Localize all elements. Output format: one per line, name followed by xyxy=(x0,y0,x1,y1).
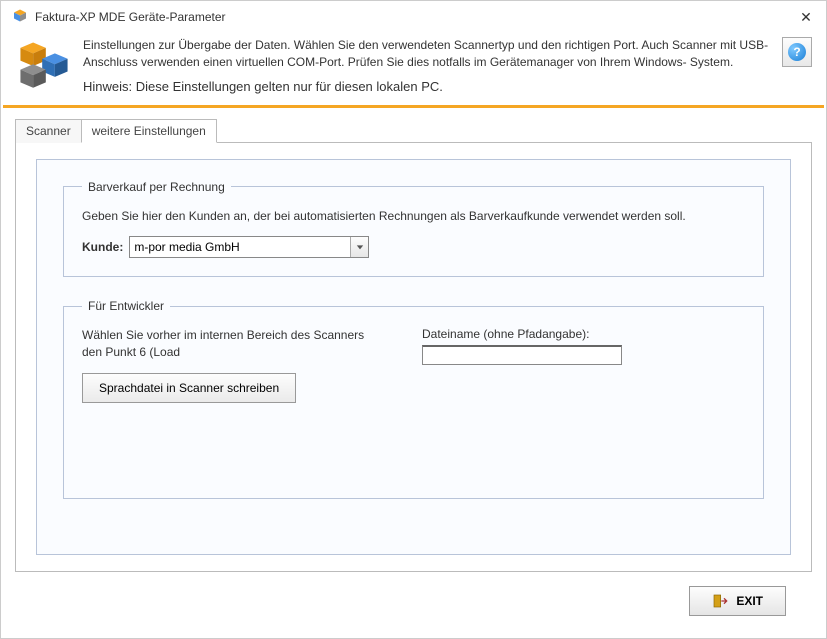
developer-left: Wählen Sie vorher im internen Bereich de… xyxy=(82,327,382,403)
legend-developer: Für Entwickler xyxy=(82,299,170,313)
legend-barverkauf: Barverkauf per Rechnung xyxy=(82,180,231,194)
tab-weitere-einstellungen[interactable]: weitere Einstellungen xyxy=(81,119,217,143)
filename-input[interactable] xyxy=(422,345,622,365)
kunde-label: Kunde: xyxy=(82,240,123,254)
kunde-combobox[interactable] xyxy=(129,236,369,258)
kunde-input[interactable] xyxy=(130,237,350,257)
write-language-file-button[interactable]: Sprachdatei in Scanner schreiben xyxy=(82,373,296,403)
dialog-window: Faktura-XP MDE Geräte-Parameter ✕ Ein xyxy=(0,0,827,639)
tab-panel: Barverkauf per Rechnung Geben Sie hier d… xyxy=(15,142,812,572)
exit-icon xyxy=(712,593,728,609)
exit-button[interactable]: EXIT xyxy=(689,586,786,616)
header: Einstellungen zur Übergabe der Daten. Wä… xyxy=(1,33,826,105)
developer-row: Wählen Sie vorher im internen Bereich de… xyxy=(82,327,745,403)
header-hint: Hinweis: Diese Einstellungen gelten nur … xyxy=(83,78,772,97)
inner-panel: Barverkauf per Rechnung Geben Sie hier d… xyxy=(36,159,791,555)
titlebar: Faktura-XP MDE Geräte-Parameter ✕ xyxy=(1,1,826,33)
exit-label: EXIT xyxy=(736,594,763,608)
group-developer: Für Entwickler Wählen Sie vorher im inte… xyxy=(63,299,764,499)
kunde-row: Kunde: xyxy=(82,236,745,258)
app-icon xyxy=(11,8,29,26)
window-title: Faktura-XP MDE Geräte-Parameter xyxy=(35,10,796,24)
tab-scanner[interactable]: Scanner xyxy=(15,119,82,143)
group-barverkauf: Barverkauf per Rechnung Geben Sie hier d… xyxy=(63,180,764,278)
footer: EXIT xyxy=(1,572,826,638)
cubes-icon xyxy=(15,37,73,95)
header-text: Einstellungen zur Übergabe der Daten. Wä… xyxy=(83,37,772,97)
barverkauf-description: Geben Sie hier den Kunden an, der bei au… xyxy=(82,208,745,225)
orange-divider xyxy=(3,105,824,108)
filename-label: Dateiname (ohne Pfadangabe): xyxy=(422,327,622,341)
chevron-down-icon xyxy=(356,243,364,251)
help-button[interactable]: ? xyxy=(782,37,812,67)
developer-description: Wählen Sie vorher im internen Bereich de… xyxy=(82,327,382,361)
tab-bar: Scanner weitere Einstellungen xyxy=(15,118,812,142)
developer-right: Dateiname (ohne Pfadangabe): xyxy=(422,327,622,365)
close-button[interactable]: ✕ xyxy=(796,9,816,26)
help-icon: ? xyxy=(788,43,806,61)
header-description: Einstellungen zur Übergabe der Daten. Wä… xyxy=(83,37,772,72)
kunde-dropdown-button[interactable] xyxy=(350,237,368,257)
